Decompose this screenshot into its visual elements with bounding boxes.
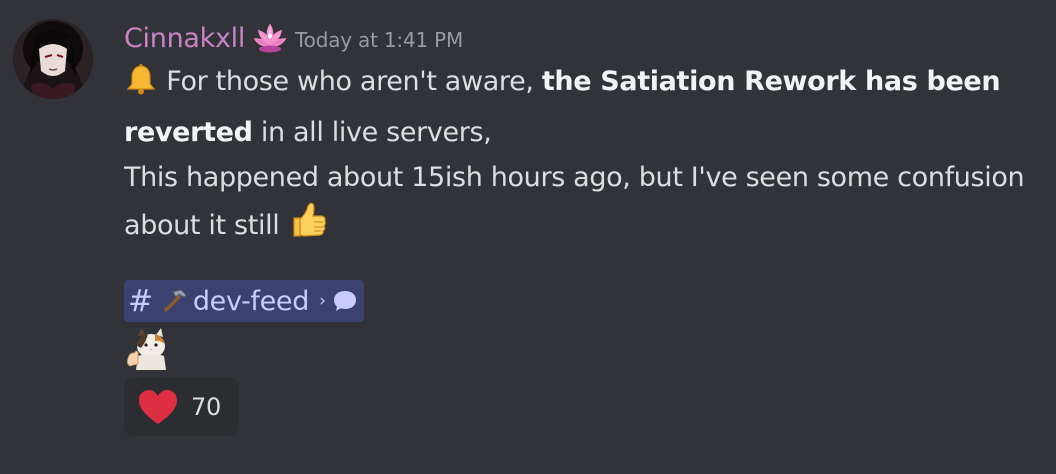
red-heart-icon [137,388,179,426]
hammer-icon [159,286,189,316]
message-line-3: This happened about 15ish hours ago, but… [124,162,1025,193]
channel-hash-icon: # [128,283,153,319]
message-line-2: reverted in all live servers, [124,110,1044,155]
chevron-right-icon: › [319,291,326,311]
message-line-1: For those who aren't aware, the Satiatio… [124,59,1044,110]
channel-name: dev-feed [192,285,310,317]
message-content: For those who aren't aware, the Satiatio… [124,59,1044,254]
pink-lotus-badge-icon[interactable] [251,19,289,57]
line1-text: For those who aren't aware, [166,66,542,97]
username[interactable]: Cinnakxll [124,23,245,54]
message-line-4: about it still [124,200,1044,254]
line2-bold-text: reverted [124,117,253,148]
channel-mention-dev-feed[interactable]: # dev-feed › [124,280,364,322]
thumbs-up-icon [288,200,328,254]
line4-text: about it still [124,210,280,241]
reaction-heart[interactable]: 70 [124,377,239,436]
speech-bubble-icon [332,288,358,314]
chat-message: Cinnakxll Today at 1:41 PM For those who… [0,0,1056,474]
line2-text: in all live servers, [252,117,492,148]
user-avatar[interactable] [13,19,93,99]
message-header: Cinnakxll Today at 1:41 PM [124,20,463,56]
cat-thumbs-up-icon [124,324,170,370]
message-timestamp[interactable]: Today at 1:41 PM [295,28,463,52]
reaction-count: 70 [191,392,221,421]
avatar-image [13,19,93,99]
line1-bold-text: the Satiation Rework has been [541,66,1001,97]
bell-icon [124,62,158,110]
